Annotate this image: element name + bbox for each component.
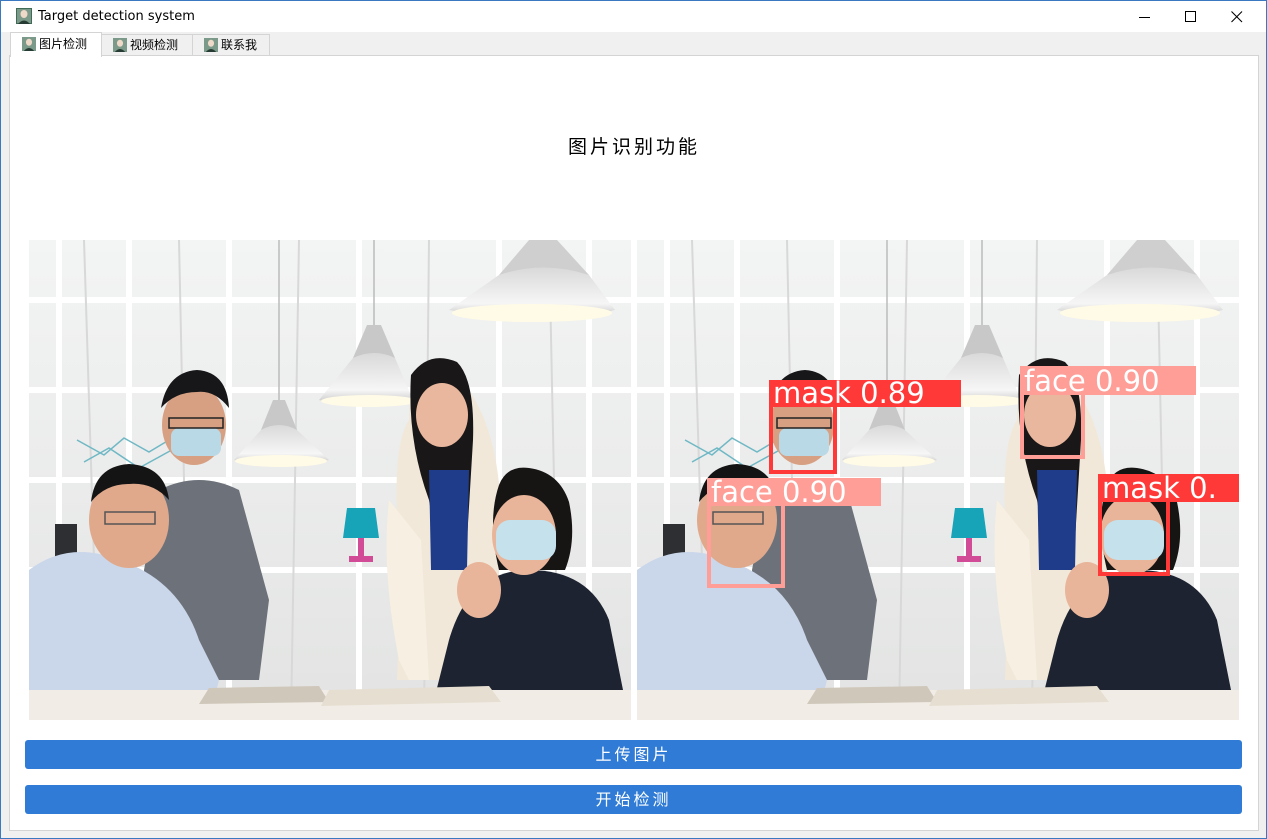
tab-image-icon — [22, 37, 36, 51]
tab-video-icon — [113, 38, 127, 52]
detection-label: mask 0. — [1102, 471, 1217, 505]
upload-image-button[interactable]: 上传图片 — [25, 740, 1242, 769]
minimize-icon — [1139, 17, 1150, 18]
detection-result-image: mask 0.89 face 0.90 face 0.90 mask 0. — [637, 240, 1239, 720]
page-heading: 图片识别功能 — [567, 136, 700, 158]
close-button[interactable] — [1214, 1, 1260, 32]
start-detection-button[interactable]: 开始检测 — [25, 785, 1242, 814]
detection-label: face 0.90 — [1024, 364, 1160, 398]
maximize-icon — [1185, 11, 1196, 22]
close-icon — [1231, 11, 1243, 23]
tab-label: 图片检测 — [39, 37, 88, 51]
minimize-button[interactable] — [1122, 1, 1168, 32]
image-detection-panel: 图片识别功能 mask 0.89 face 0.90 face 0.90 mas… — [9, 55, 1259, 831]
tab-label: 视频检测 — [130, 38, 179, 52]
tab-label: 联系我 — [221, 38, 258, 52]
app-window: Target detection system 图片检测 视频检测 联系我 图片… — [0, 0, 1267, 839]
detection-label: face 0.90 — [711, 475, 847, 509]
detection-label: mask 0.89 — [773, 376, 925, 410]
maximize-button[interactable] — [1168, 1, 1214, 32]
tab-contact[interactable]: 联系我 — [192, 34, 270, 56]
tab-video-detection[interactable]: 视频检测 — [101, 34, 193, 56]
tab-image-detection[interactable]: 图片检测 — [10, 32, 102, 57]
tab-bar: 图片检测 视频检测 联系我 — [1, 32, 1266, 57]
title-bar[interactable]: Target detection system — [1, 1, 1266, 32]
window-title: Target detection system — [38, 9, 195, 24]
tab-contact-icon — [204, 38, 218, 52]
original-image — [29, 240, 631, 720]
app-icon — [16, 8, 32, 24]
